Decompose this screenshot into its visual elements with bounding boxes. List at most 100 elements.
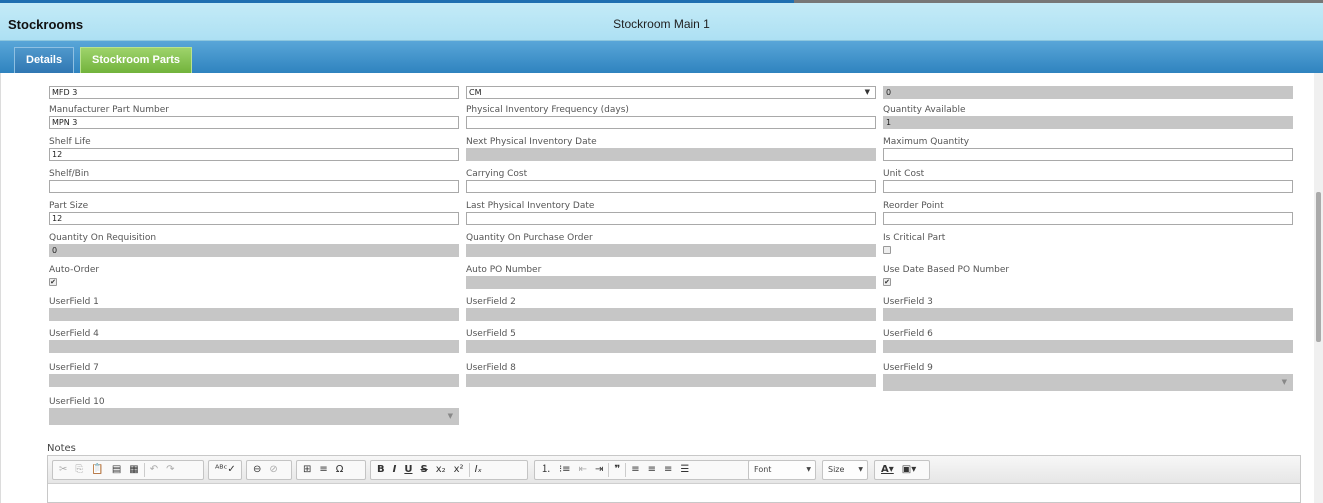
field-quantity-on-purchase-order: Quantity On Purchase Order (466, 233, 876, 257)
userfield-4-value (49, 340, 459, 353)
editor-toolbar: ✂ ⎘ 📋 ▤ ▦ ↶ ↷ ᴬᴮᶜ✓ ⊖ ⊘ ⊞ ≡ Ω B I U S x₂ … (48, 456, 1300, 484)
last-physical-inventory-date-input[interactable] (466, 212, 876, 225)
part-size-input[interactable]: 12 (49, 212, 459, 225)
quantity-on-requisition-value: 0 (49, 244, 459, 257)
superscript-icon[interactable]: x² (450, 462, 468, 478)
scrollbar-thumb[interactable] (1316, 192, 1321, 342)
field-maximum-quantity: Maximum Quantity (883, 137, 1293, 161)
font-select[interactable]: Font ▼ (748, 460, 816, 480)
field-shelf-bin: Shelf/Bin (49, 169, 459, 193)
outdent-icon[interactable]: ⇤ (575, 462, 591, 478)
undo-icon[interactable]: ↶ (146, 462, 162, 478)
numbered-list-icon[interactable]: ⒈ (537, 462, 555, 478)
tab-stockroom-parts[interactable]: Stockroom Parts (80, 47, 193, 73)
userfield-2-value (466, 308, 876, 321)
userfield-3-value (883, 308, 1293, 321)
field-userfield-3: UserField 3 (883, 297, 1293, 321)
link-icon[interactable]: ⊖ (249, 462, 265, 478)
align-left-icon[interactable]: ≡ (627, 462, 643, 478)
copy-icon[interactable]: ⎘ (71, 462, 87, 478)
align-right-icon[interactable]: ≡ (660, 462, 676, 478)
auto-order-label: Auto-Order (49, 265, 100, 275)
field-unit-cost: Unit Cost (883, 169, 1293, 193)
quantity-on-purchase-order-label: Quantity On Purchase Order (466, 233, 593, 243)
auto-po-number-label: Auto PO Number (466, 265, 542, 275)
tab-details[interactable]: Details (14, 47, 75, 73)
text-color-icon[interactable]: A▾ (877, 462, 898, 478)
strike-icon[interactable]: S (416, 462, 431, 478)
justify-icon[interactable]: ☰ (676, 462, 693, 478)
field-next-physical-inventory-date: Next Physical Inventory Date (466, 137, 876, 161)
redo-icon[interactable]: ↷ (162, 462, 178, 478)
reorder-point-input[interactable] (883, 212, 1293, 225)
field-carrying-cost: Carrying Cost (466, 169, 876, 193)
indent-icon[interactable]: ⇥ (591, 462, 607, 478)
paste-icon[interactable]: 📋 (87, 462, 107, 478)
notes-label: Notes (47, 443, 76, 454)
field-is-critical-part: Is Critical Part (883, 233, 1293, 254)
remove-format-icon[interactable]: Iₓ (471, 462, 486, 478)
carrying-cost-label: Carrying Cost (466, 169, 528, 179)
physical-inventory-frequency-label: Physical Inventory Frequency (days) (466, 105, 629, 115)
field-part-size: Part Size 12 (49, 201, 459, 225)
unit-cost-label: Unit Cost (883, 169, 925, 179)
quantity-available-value: 1 (883, 116, 1293, 129)
size-select-label: Size (828, 465, 845, 474)
notes-text-area[interactable] (48, 485, 1300, 502)
manufacturer-part-number-input[interactable]: MPN 3 (49, 116, 459, 129)
align-center-icon[interactable]: ≡ (644, 462, 660, 478)
auto-order-checkbox[interactable]: ✔ (49, 278, 57, 286)
toolbar-separator (468, 463, 470, 477)
unlink-icon[interactable]: ⊘ (265, 462, 281, 478)
toolbar-group-basic-styles: B I U S x₂ x² Iₓ (370, 460, 528, 480)
userfield-8-value (466, 374, 876, 387)
bold-icon[interactable]: B (373, 462, 389, 478)
paste-text-icon[interactable]: ▤ (108, 462, 125, 478)
maximum-quantity-input[interactable] (883, 148, 1293, 161)
special-char-icon[interactable]: Ω (332, 462, 348, 478)
toolbar-group-clipboard: ✂ ⎘ 📋 ▤ ▦ ↶ ↷ (52, 460, 204, 480)
shelf-life-input[interactable]: 12 (49, 148, 459, 161)
unit-cost-input[interactable] (883, 180, 1293, 193)
toolbar-separator (143, 463, 145, 477)
spellcheck-icon[interactable]: ᴬᴮᶜ✓ (211, 462, 240, 478)
field-use-date-based-po-number: Use Date Based PO Number ✔ (883, 265, 1293, 286)
tab-bar: Details Stockroom Parts (0, 41, 1323, 73)
manufacturer-input[interactable]: MFD 3 (49, 86, 459, 99)
chevron-down-icon: ▼ (806, 466, 811, 473)
horizontal-rule-icon[interactable]: ≡ (315, 462, 331, 478)
field-last-physical-inventory-date: Last Physical Inventory Date (466, 201, 876, 225)
part-size-label: Part Size (49, 201, 89, 211)
field-manufacturer-part-number: Manufacturer Part Number MPN 3 (49, 105, 459, 129)
next-physical-inventory-date-value (466, 148, 876, 161)
italic-icon[interactable]: I (389, 462, 401, 478)
use-date-based-po-number-label: Use Date Based PO Number (883, 265, 1010, 275)
userfield-9-select[interactable]: ▼ (883, 374, 1293, 391)
userfield-10-select[interactable]: ▼ (49, 408, 459, 425)
record-title: Stockroom Main 1 (613, 17, 710, 31)
field-quantity-available: Quantity Available 1 (883, 105, 1293, 129)
userfield-5-value (466, 340, 876, 353)
userfield-5-label: UserField 5 (466, 329, 516, 339)
background-color-icon[interactable]: ▣▾ (898, 462, 920, 478)
underline-icon[interactable]: U (400, 462, 416, 478)
size-select[interactable]: Size ▼ (822, 460, 868, 480)
table-icon[interactable]: ⊞ (299, 462, 315, 478)
carrying-cost-input[interactable] (466, 180, 876, 193)
field-userfield-5: UserField 5 (466, 329, 876, 353)
quantity-available-label: Quantity Available (883, 105, 966, 115)
blockquote-icon[interactable]: ❞ (610, 462, 624, 478)
unit-of-measure-select[interactable]: CM ▼ (466, 86, 876, 99)
shelf-bin-label: Shelf/Bin (49, 169, 90, 179)
paste-word-icon[interactable]: ▦ (125, 462, 142, 478)
physical-inventory-frequency-input[interactable] (466, 116, 876, 129)
cut-icon[interactable]: ✂ (55, 462, 71, 478)
field-userfield-9: UserField 9 ▼ (883, 363, 1293, 391)
bulleted-list-icon[interactable]: ⁝≡ (555, 462, 575, 478)
userfield-3-label: UserField 3 (883, 297, 933, 307)
shelf-bin-input[interactable] (49, 180, 459, 193)
subscript-icon[interactable]: x₂ (432, 462, 450, 478)
userfield-1-label: UserField 1 (49, 297, 99, 307)
is-critical-part-checkbox[interactable] (883, 246, 891, 254)
use-date-based-po-number-checkbox[interactable]: ✔ (883, 278, 891, 286)
